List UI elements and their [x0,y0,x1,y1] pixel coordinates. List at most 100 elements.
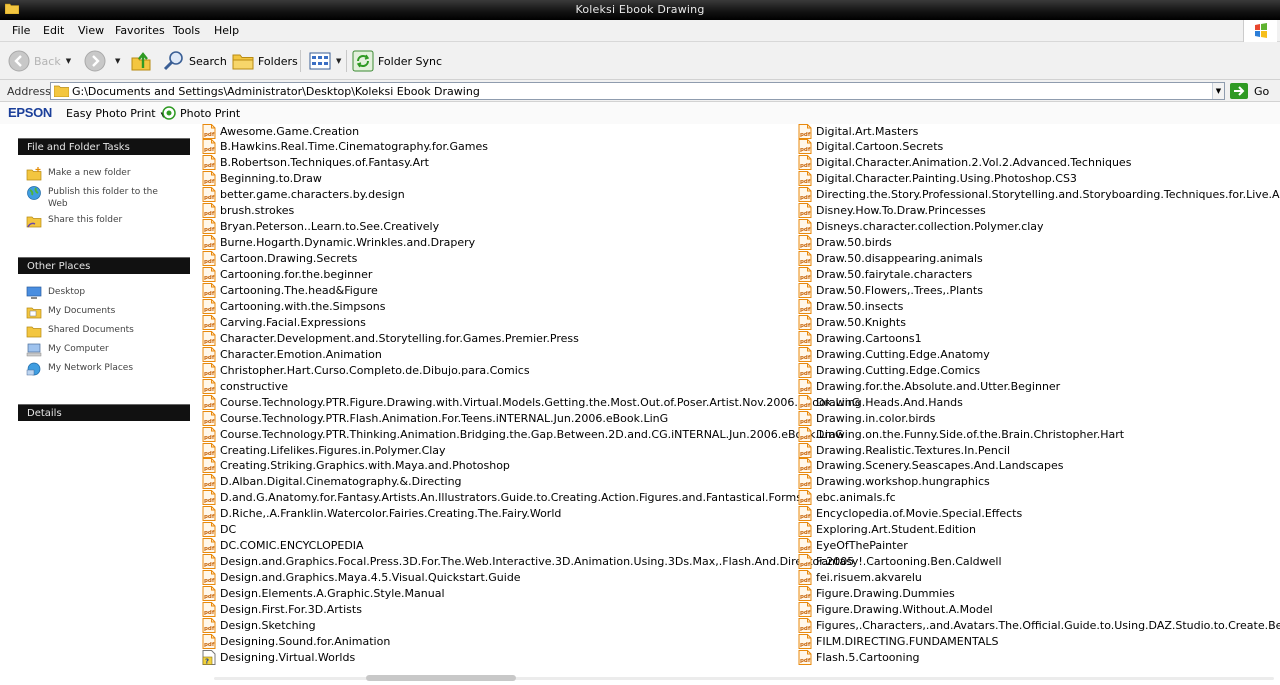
file-item[interactable]: pdf B.Robertson.Techniques.of.Fantasy.Art [202,155,429,171]
file-item[interactable]: pdf Design.and.Graphics.Maya.4.5.Visual.Q… [202,570,521,586]
file-item[interactable]: pdf Cartooning.The.head&Figure [202,283,378,299]
file-item[interactable]: ? Designing.Virtual.Worlds [202,649,355,665]
file-item[interactable]: pdf Carving.Facial.Expressions [202,314,366,330]
chevron-down-icon[interactable]: ▼ [66,57,71,65]
file-item[interactable]: pdf Drawing.Cutting.Edge.Comics [798,362,980,378]
file-item[interactable]: pdf fei.risuem.akvarelu [798,570,922,586]
menu-tools[interactable]: Tools [173,24,200,37]
menu-help[interactable]: Help [214,24,239,37]
file-item[interactable]: pdf Beginning.to.Draw [202,171,322,187]
horizontal-scrollbar[interactable] [196,672,1280,685]
file-item[interactable]: pdf Draw.50.birds [798,235,892,251]
file-item[interactable]: pdf D.Riche,.A.Franklin.Watercolor.Fairie… [202,506,561,522]
file-item[interactable]: pdf Design.Sketching [202,617,316,633]
share-folder-link[interactable]: Share this folder [26,214,176,228]
file-item[interactable]: pdf D.Alban.Digital.Cinematography.&.Dire… [202,474,462,490]
title-bar[interactable]: Koleksi Ebook Drawing [0,0,1280,20]
file-item[interactable]: pdf Creating.Lifelikes.Figures.in.Polymer… [202,442,446,458]
file-item[interactable]: pdf Creating.Striking.Graphics.with.Maya.… [202,458,510,474]
file-item[interactable]: pdf better.game.characters.by.design [202,187,405,203]
file-item[interactable]: pdf Cartoon.Drawing.Secrets [202,251,357,267]
menu-file[interactable]: File [12,24,30,37]
file-item[interactable]: pdf Burne.Hogarth.Dynamic.Wrinkles.and.Dr… [202,235,475,251]
file-item[interactable]: pdf Exploring.Art.Student.Edition [798,522,976,538]
menu-view[interactable]: View [78,24,104,37]
file-item[interactable]: pdf Encyclopedia.of.Movie.Special.Effects [798,506,1022,522]
file-item[interactable]: pdf Course.Technology.PTR.Figure.Drawing.… [202,394,860,410]
place-desktop[interactable]: Desktop [26,286,176,300]
file-item[interactable]: pdf Digital.Character.Painting.Using.Phot… [798,171,1077,187]
file-item[interactable]: pdf DC [202,522,236,538]
file-item[interactable]: pdf Digital.Art.Masters [798,124,918,139]
place-my-documents[interactable]: My Documents [26,305,176,319]
file-item[interactable]: pdf D.and.G.Anatomy.for.Fantasy.Artists.A… [202,490,802,506]
file-item[interactable]: pdf Designing.Sound.for.Animation [202,633,390,649]
photo-print-button[interactable]: Photo Print [162,106,240,120]
folder-sync-button[interactable]: Folder Sync [352,48,442,74]
file-item[interactable]: pdf Drawing.Heads.And.Hands [798,394,963,410]
file-item[interactable]: pdf Draw.50.insects [798,298,903,314]
file-list[interactable]: pdf Awesome.Game.Creation pdf B.Hawkins.Rea… [196,124,1280,672]
file-folder-tasks-header[interactable]: File and Folder Tasks [18,138,190,155]
publish-folder-link[interactable]: Publish this folder to the Web [26,186,176,210]
file-item[interactable]: pdf Character.Development.and.Storytellin… [202,330,579,346]
search-button[interactable]: Search [163,48,227,74]
file-item[interactable]: pdf Bryan.Peterson..Learn.to.See.Creative… [202,219,439,235]
file-item[interactable]: pdf Christopher.Hart.Curso.Completo.de.Di… [202,362,530,378]
file-item[interactable]: pdf Character.Emotion.Animation [202,346,382,362]
file-item[interactable]: pdf constructive [202,378,288,394]
file-item[interactable]: pdf Drawing.Cartoons1 [798,330,922,346]
file-item[interactable]: pdf Design.and.Graphics.Focal.Press.3D.Fo… [202,554,854,570]
file-item[interactable]: pdf Drawing.in.color.birds [798,410,935,426]
make-new-folder-link[interactable]: Make a new folder [26,167,176,181]
file-item[interactable]: pdf Drawing.Scenery.Seascapes.And.Landsca… [798,458,1064,474]
chevron-down-icon[interactable]: ▼ [1212,83,1224,99]
file-item[interactable]: pdf Cartooning.with.the.Simpsons [202,298,385,314]
file-item[interactable]: pdf Cartooning.for.the.beginner [202,267,372,283]
chevron-down-icon[interactable]: ▼ [115,57,120,65]
file-item[interactable]: pdf Figures,.Characters,.and.Avatars.The.… [798,617,1280,633]
easy-photo-print-button[interactable]: Easy Photo Print▼ [66,107,166,120]
file-item[interactable]: pdf EyeOfThePainter [798,538,908,554]
file-item[interactable]: pdf Digital.Character.Animation.2.Vol.2.A… [798,155,1131,171]
file-item[interactable]: pdf Drawing.on.the.Funny.Side.of.the.Brai… [798,426,1124,442]
file-item[interactable]: pdf Design.First.For.3D.Artists [202,602,362,618]
file-item[interactable]: pdf Draw.50.Flowers,.Trees,.Plants [798,283,983,299]
place-shared-documents[interactable]: Shared Documents [26,324,176,338]
other-places-header[interactable]: Other Places [18,257,190,274]
address-input[interactable]: G:\Documents and Settings\Administrator\… [50,82,1225,100]
file-item[interactable]: pdf Draw.50.Knights [798,314,906,330]
file-item[interactable]: pdf Digital.Cartoon.Secrets [798,139,943,155]
file-item[interactable]: pdf Drawing.workshop.hungraphics [798,474,990,490]
place-my-network-places[interactable]: My Network Places [26,362,176,376]
forward-button[interactable]: ▼ [84,48,120,74]
file-item[interactable]: pdf Drawing.Cutting.Edge.Anatomy [798,346,990,362]
place-my-computer[interactable]: My Computer [26,343,176,357]
up-folder-button[interactable] [130,48,156,74]
go-button[interactable]: Go [1230,82,1269,100]
chevron-down-icon[interactable]: ▼ [336,57,341,65]
file-item[interactable]: pdf Directing.the.Story.Professional.Stor… [798,187,1280,203]
file-item[interactable]: pdf Flash.5.Cartooning [798,649,920,665]
file-item[interactable]: pdf Fantasy!.Cartooning.Ben.Caldwell [798,554,1002,570]
file-item[interactable]: pdf Figure.Drawing.Without.A.Model [798,602,993,618]
file-item[interactable]: pdf Disney.How.To.Draw.Princesses [798,203,986,219]
scrollbar-thumb[interactable] [366,675,516,681]
menu-favorites[interactable]: Favorites [115,24,165,37]
views-button[interactable]: ▼ [309,48,341,74]
file-item[interactable]: pdf Draw.50.disappearing.animals [798,251,983,267]
file-item[interactable]: pdf Course.Technology.PTR.Thinking.Animat… [202,426,844,442]
file-item[interactable]: pdf Disneys.character.collection.Polymer.… [798,219,1044,235]
file-item[interactable]: pdf ebc.animals.fc [798,490,896,506]
file-item[interactable]: pdf Figure.Drawing.Dummies [798,586,955,602]
menu-edit[interactable]: Edit [43,24,64,37]
file-item[interactable]: pdf B.Hawkins.Real.Time.Cinematography.fo… [202,139,488,155]
file-item[interactable]: pdf Drawing.for.the.Absolute.and.Utter.Be… [798,378,1060,394]
folders-button[interactable]: Folders [232,48,298,74]
file-item[interactable]: pdf Design.Elements.A.Graphic.Style.Manua… [202,586,445,602]
back-button[interactable]: Back ▼ [8,48,71,74]
file-item[interactable]: pdf Awesome.Game.Creation [202,124,359,139]
file-item[interactable]: pdf Drawing.Realistic.Textures.In.Pencil [798,442,1010,458]
file-item[interactable]: pdf DC.COMIC.ENCYCLOPEDIA [202,538,364,554]
file-item[interactable]: pdf brush.strokes [202,203,294,219]
